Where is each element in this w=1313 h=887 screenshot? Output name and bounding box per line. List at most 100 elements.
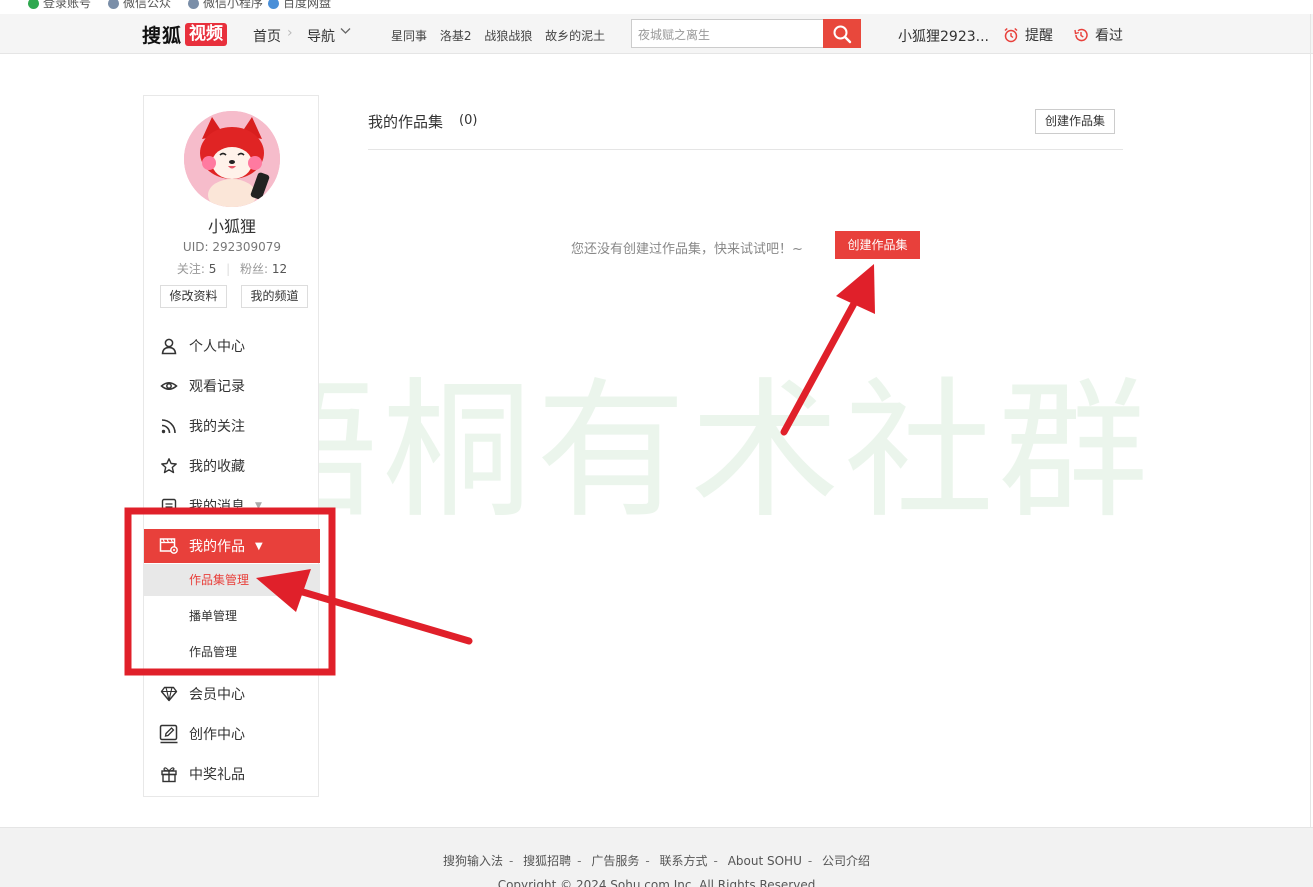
follow-count[interactable]: 5: [209, 262, 217, 276]
footer-link[interactable]: 公司介绍: [822, 854, 870, 868]
copyright-text: Copyright © 2024 Sohu.com Inc. All Right…: [497, 878, 816, 887]
sidebar-item-label: 个人中心: [189, 339, 245, 355]
footer-link[interactable]: About SOHU: [728, 854, 802, 868]
top-header: 搜狐 视频 首页 › 导航 星同事 洛基2 战狼战狼 故乡的泥土 夜城赋之离生 …: [0, 14, 1313, 54]
footer-link[interactable]: 广告服务: [591, 854, 639, 868]
sohu-video-logo[interactable]: 搜狐 视频: [142, 21, 228, 47]
remind-button[interactable]: 提醒: [1003, 25, 1053, 45]
sidebar-item-membership[interactable]: 会员中心: [144, 677, 320, 711]
nav-guide-link[interactable]: 导航: [307, 26, 335, 46]
sidebar-item-messages[interactable]: 我的消息 ▼: [144, 489, 320, 523]
remind-label: 提醒: [1025, 28, 1053, 44]
collection-count: (0): [459, 113, 478, 128]
sidebar-item-label: 我的关注: [189, 419, 245, 435]
sidebar-item-creator-center[interactable]: 创作中心: [144, 717, 320, 751]
sidebar-item-my-works[interactable]: 我的作品 ▼: [144, 529, 320, 563]
footer-link[interactable]: 搜狐招聘: [523, 854, 571, 868]
alarm-clock-icon: [1004, 27, 1018, 43]
create-collection-cta-button[interactable]: 创建作品集: [835, 231, 920, 259]
sidebar-item-label: 我的收藏: [189, 459, 245, 475]
message-icon: [159, 496, 179, 516]
footer-separator: -: [807, 854, 813, 868]
history-icon: [1074, 28, 1088, 42]
logo-badge: 视频: [185, 22, 228, 46]
sidebar-item-label: 创作中心: [189, 727, 245, 743]
pencil-box-icon: [159, 724, 179, 744]
page-title: 我的作品集: [368, 113, 444, 131]
bookmark-icon: [268, 0, 279, 9]
fans-count[interactable]: 12: [272, 262, 287, 276]
watched-label: 看过: [1095, 28, 1123, 44]
profile-username: 小狐狸: [207, 217, 256, 236]
profile-uid: UID: 292309079: [182, 240, 282, 254]
rss-icon: [159, 416, 179, 436]
hot-link[interactable]: 故乡的泥土: [545, 29, 605, 43]
bookmarks-bar: 登录账号 微信公众 微信小程序 百度网盘: [0, 0, 1313, 10]
logo-text: 搜狐: [142, 24, 183, 47]
sidebar-item-label: 中奖礼品: [189, 767, 245, 783]
user-sidebar: 小狐狸 UID: 292309079 关注: 5 | 粉丝: 12 修改资料 我…: [143, 95, 320, 797]
sidebar-item-label: 会员中心: [189, 687, 245, 703]
bookmark-item[interactable]: 微信小程序: [188, 0, 263, 10]
bookmark-icon: [188, 0, 199, 9]
follow-label: 关注:: [176, 262, 205, 276]
bookmark-label: 微信公众: [123, 0, 172, 10]
chevron-down-icon[interactable]: [340, 25, 351, 38]
empty-state-text: 您还没有创建过作品集，快来试试吧！~: [571, 242, 803, 257]
sidebar-item-label: 观看记录: [189, 379, 245, 395]
bookmark-item[interactable]: 登录账号: [28, 0, 91, 10]
bookmark-item[interactable]: 微信公众: [108, 0, 171, 10]
divider: [368, 149, 1123, 150]
diamond-icon: [159, 684, 179, 704]
bookmark-item[interactable]: 百度网盘: [268, 0, 331, 10]
gift-icon: [159, 764, 179, 784]
bookmark-label: 百度网盘: [283, 0, 332, 10]
footer: 搜狗输入法 - 搜狐招聘 - 广告服务 - 联系方式 - About SOHU - 公司介…: [0, 827, 1313, 887]
user-name-link[interactable]: 小狐狸2923...: [898, 26, 989, 46]
sidebar-item-label: 我的作品: [189, 539, 245, 555]
bookmark-icon: [108, 0, 119, 9]
footer-link[interactable]: 搜狗输入法: [443, 854, 503, 868]
submenu-playlist-management[interactable]: 播单管理: [144, 600, 320, 632]
avatar[interactable]: [184, 111, 280, 207]
eye-icon: [159, 376, 179, 396]
hot-link[interactable]: 战狼战狼: [484, 29, 532, 43]
sidebar-item-label: 我的消息: [189, 499, 245, 515]
sidebar-item-favorites[interactable]: 我的收藏: [144, 449, 320, 483]
create-collection-button[interactable]: 创建作品集: [1035, 109, 1115, 134]
footer-separator: -: [508, 854, 514, 868]
video-settings-icon: [159, 536, 179, 556]
search-input[interactable]: 夜城赋之离生: [631, 19, 824, 48]
stats-divider: |: [226, 262, 231, 276]
arrow-to-create-button: [780, 264, 875, 436]
user-icon: [159, 336, 179, 356]
hot-links: 星同事 洛基2 战狼战狼 故乡的泥土: [391, 27, 614, 44]
bookmark-label: 微信小程序: [203, 0, 264, 10]
bookmark-icon: [28, 0, 39, 9]
nav-home-link[interactable]: 首页: [253, 26, 281, 46]
chevron-right-icon: ›: [287, 25, 293, 41]
star-icon: [159, 456, 179, 476]
footer-links: 搜狗输入法 - 搜狐招聘 - 广告服务 - 联系方式 - About SOHU - 公司介…: [0, 852, 1313, 869]
watermark: 梧桐有术社群: [228, 365, 1153, 539]
sidebar-item-following[interactable]: 我的关注: [144, 409, 320, 443]
footer-link[interactable]: 联系方式: [660, 854, 708, 868]
page: 登录账号 微信公众 微信小程序 百度网盘 搜狐 视频 首页 › 导航 星同事 洛…: [0, 0, 1313, 887]
search-button[interactable]: [823, 19, 861, 48]
hot-link[interactable]: 星同事: [391, 29, 427, 43]
submenu-collection-management[interactable]: 作品集管理: [144, 564, 320, 596]
sidebar-item-watch-history[interactable]: 观看记录: [144, 369, 320, 403]
submenu-works-management[interactable]: 作品管理: [144, 636, 320, 668]
sidebar-item-personal-center[interactable]: 个人中心: [144, 329, 320, 363]
my-channel-button[interactable]: 我的频道: [241, 285, 308, 308]
fans-label: 粉丝:: [240, 262, 269, 276]
sidebar-item-prizes[interactable]: 中奖礼品: [144, 757, 320, 791]
edit-profile-button[interactable]: 修改资料: [160, 285, 227, 308]
caret-down-icon: ▼: [255, 540, 263, 552]
bookmark-label: 登录账号: [43, 0, 92, 10]
watched-button[interactable]: 看过: [1073, 25, 1123, 45]
footer-separator: -: [645, 854, 650, 868]
hot-link[interactable]: 洛基2: [440, 29, 472, 43]
search-icon: [833, 25, 852, 43]
follow-stats: 关注: 5 | 粉丝: 12: [144, 260, 320, 277]
